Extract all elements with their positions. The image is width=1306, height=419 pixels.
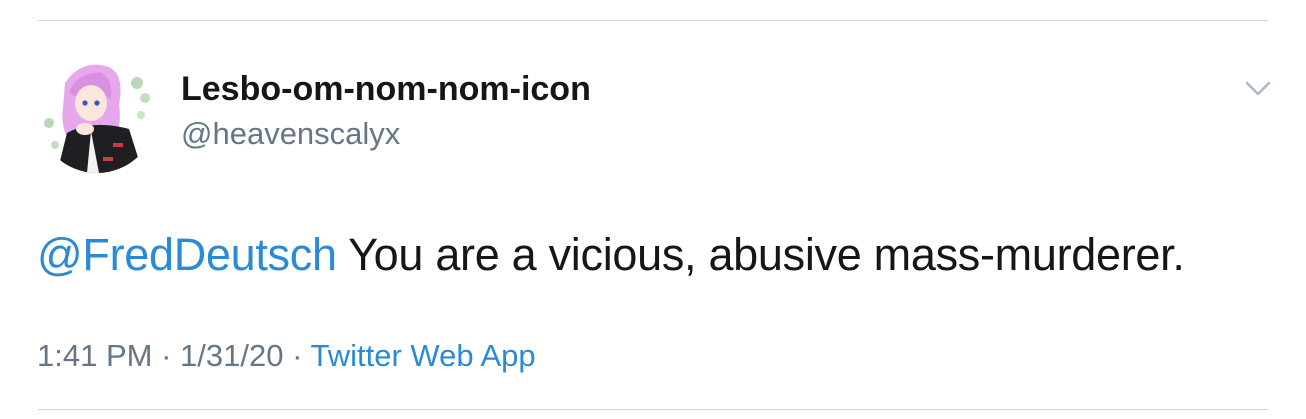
meta-separator: · xyxy=(161,338,172,373)
meta-separator: · xyxy=(292,338,303,373)
tweet-time[interactable]: 1:41 PM xyxy=(37,338,152,373)
avatar-illustration xyxy=(37,53,157,173)
tweet-meta: 1:41 PM · 1/31/20 · Twitter Web App xyxy=(37,338,536,374)
chevron-down-icon[interactable] xyxy=(1240,74,1276,104)
tweet-card: Lesbo-om-nom-nom-icon @heavenscalyx @Fre… xyxy=(0,0,1306,419)
top-divider xyxy=(38,20,1268,21)
user-handle[interactable]: @heavenscalyx xyxy=(181,116,400,152)
bottom-divider xyxy=(38,409,1268,410)
tweet-text: @FredDeutsch You are a vicious, abusive … xyxy=(37,229,1185,281)
tweet-body: You are a vicious, abusive mass-murderer… xyxy=(348,229,1185,280)
display-name[interactable]: Lesbo-om-nom-nom-icon xyxy=(181,70,591,109)
mention-link[interactable]: @FredDeutsch xyxy=(37,229,337,280)
tweet-date[interactable]: 1/31/20 xyxy=(180,338,283,373)
profile-avatar[interactable] xyxy=(37,53,157,173)
tweet-source-link[interactable]: Twitter Web App xyxy=(310,338,535,373)
